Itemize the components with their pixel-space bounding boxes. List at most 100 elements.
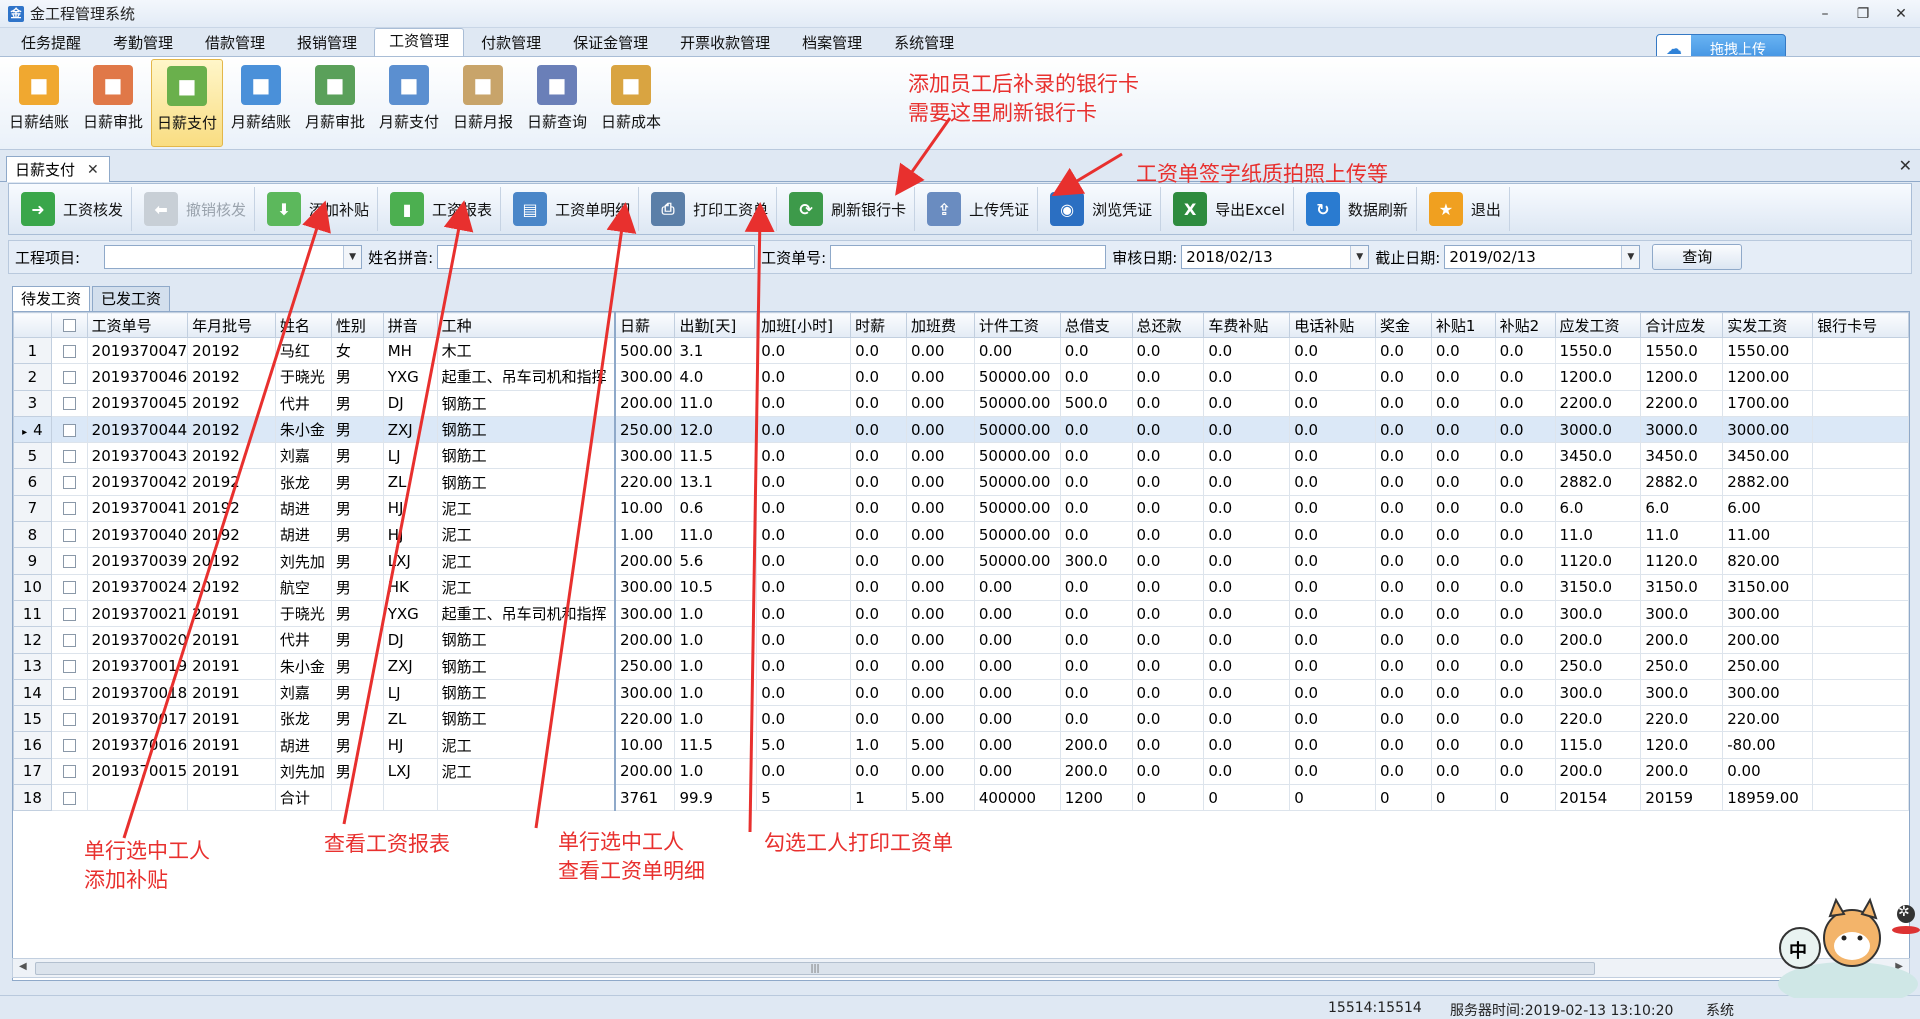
column-header-3[interactable]: 年月批号 [187, 312, 276, 338]
row-checkbox[interactable] [62, 712, 76, 726]
column-header-22[interactable]: 合计应发 [1640, 312, 1724, 338]
chevron-down-icon[interactable]: ▼ [1621, 246, 1640, 268]
column-header-11[interactable]: 时薪 [850, 312, 907, 338]
column-header-20[interactable]: 补贴2 [1494, 312, 1556, 338]
row-checkbox-cell[interactable] [50, 626, 88, 654]
table-row[interactable]: 11 2019370021 20191 于晓光男 YXG 起重工、吊车司机和指挥 300.0… [13, 599, 1909, 628]
row-checkbox[interactable] [62, 581, 76, 595]
row-number[interactable]: 11 [13, 599, 52, 628]
table-row[interactable]: 16 2019370016 20191 胡进男 HJ 泥工 10.00 11.5 5.0 1.0 5… [13, 731, 1909, 759]
assistant-mascot[interactable]: 中 ✲ [1728, 888, 1920, 1006]
row-number[interactable]: 6 [13, 468, 52, 496]
table-row[interactable]: 6 2019370042 20192 张龙男 ZL 钢筋工 220.00 13.1 0.0 0.0… [13, 468, 1909, 496]
column-header-6[interactable]: 拼音 [382, 312, 438, 338]
column-header-0[interactable] [13, 312, 52, 338]
row-checkbox[interactable] [62, 791, 76, 805]
ribbon-button-5[interactable]: ■ 月薪支付 [373, 59, 445, 147]
row-checkbox-cell[interactable] [50, 336, 88, 365]
row-number[interactable]: 5 [13, 442, 52, 470]
row-number[interactable]: 7 [13, 494, 52, 523]
column-header-13[interactable]: 计件工资 [973, 312, 1061, 338]
horizontal-scrollbar[interactable]: ◀ ||| ▶ [12, 958, 1910, 978]
menu-tab-2[interactable]: 借款管理 [190, 30, 280, 56]
column-header-2[interactable]: 工资单号 [86, 312, 189, 338]
restore-button[interactable]: ❐ [1844, 0, 1882, 28]
toolbar-button-7[interactable]: ⇪ 上传凭证 [919, 187, 1039, 231]
column-header-8[interactable]: 日薪 [614, 312, 676, 338]
row-checkbox[interactable] [62, 739, 76, 753]
table-row[interactable]: 12 2019370020 20191 代井男 DJ 钢筋工 200.00 1.0 0.0 0.0… [13, 626, 1909, 654]
row-checkbox-cell[interactable] [50, 363, 88, 391]
table-row[interactable]: 5 2019370043 20192 刘嘉男 LJ 钢筋工 300.00 11.5 0.0 0.0… [13, 442, 1909, 470]
row-number[interactable]: 17 [13, 757, 52, 786]
close-button[interactable]: ✕ [1882, 0, 1920, 28]
select-all-checkbox[interactable] [62, 319, 76, 332]
row-checkbox[interactable] [62, 607, 76, 621]
row-checkbox-cell[interactable] [50, 652, 88, 680]
row-number[interactable]: 10 [13, 573, 52, 601]
column-header-7[interactable]: 工种 [436, 312, 616, 338]
table-row[interactable]: 7 2019370041 20192 胡进男 HJ 泥工 10.00 0.6 0.0 0.0 0.0… [13, 494, 1909, 523]
toolbar-button-0[interactable]: ➜ 工资核发 [13, 187, 133, 231]
toolbar-button-6[interactable]: ⟳ 刷新银行卡 [781, 187, 916, 231]
column-header-5[interactable]: 性别 [330, 312, 384, 338]
table-row[interactable]: 17 2019370015 20191 刘先加男 LXJ 泥工 200.00 1.0 0.0 0.… [13, 757, 1909, 786]
tab-daily-pay[interactable]: 日薪支付 ✕ [6, 156, 110, 182]
query-button[interactable]: 查询 [1652, 244, 1743, 270]
toolbar-button-2[interactable]: ⬇ 添加补贴 [259, 187, 379, 231]
row-checkbox[interactable] [62, 660, 76, 674]
row-number[interactable]: 9 [13, 547, 52, 575]
gear-icon[interactable]: ✲ [1898, 904, 1910, 920]
ribbon-button-1[interactable]: ■ 日薪审批 [77, 59, 149, 147]
subtab-1[interactable]: 已发工资 [92, 286, 171, 312]
column-header-18[interactable]: 奖金 [1375, 312, 1432, 338]
table-row[interactable]: 15 2019370017 20191 张龙男 ZL 钢筋工 220.00 1.0 0.0 0.0… [13, 705, 1909, 733]
toolbar-button-10[interactable]: ↻ 数据刷新 [1298, 187, 1417, 231]
menu-tab-1[interactable]: 考勤管理 [98, 30, 188, 56]
ribbon-button-6[interactable]: ■ 日薪月报 [447, 59, 519, 147]
row-checkbox[interactable] [62, 476, 76, 490]
row-number[interactable]: 12 [13, 626, 52, 654]
ribbon-button-2[interactable]: ■ 日薪支付 [151, 59, 223, 147]
column-header-21[interactable]: 应发工资 [1554, 312, 1642, 338]
menu-tab-3[interactable]: 报销管理 [282, 30, 372, 56]
column-header-19[interactable]: 补贴1 [1430, 312, 1496, 338]
row-checkbox[interactable] [62, 344, 76, 358]
column-header-17[interactable]: 电话补贴 [1289, 312, 1377, 338]
row-checkbox[interactable] [62, 423, 76, 437]
minimize-button[interactable]: – [1806, 0, 1844, 28]
table-row[interactable]: 1 2019370047 20192 马红女 MH 木工 500.00 3.1 0.0 0.0 0.… [13, 336, 1909, 365]
row-number[interactable]: ▸ 4 [13, 415, 52, 444]
table-row[interactable]: ▸ 4 2019370044 20192 朱小金男 ZXJ 钢筋工 250.00 12.0 0.0… [13, 415, 1909, 444]
row-checkbox[interactable] [62, 370, 76, 384]
table-row[interactable]: 2 2019370046 20192 于晓光男 YXG 起重工、吊车司机和指挥 300.00… [13, 363, 1909, 391]
row-number[interactable]: 2 [13, 363, 52, 391]
row-checkbox[interactable] [62, 502, 76, 516]
end-date-picker[interactable]: 2019/02/13 ▼ [1444, 245, 1641, 269]
menu-tab-4[interactable]: 工资管理 [374, 28, 465, 56]
table-row[interactable]: 14 2019370018 20191 刘嘉男 LJ 钢筋工 300.00 1.0 0.0 0.0… [13, 678, 1909, 707]
audit-date-picker[interactable]: 2018/02/13 ▼ [1181, 245, 1370, 269]
ribbon-button-4[interactable]: ■ 月薪审批 [299, 59, 371, 147]
table-row[interactable]: 8 2019370040 20192 胡进男 HJ 泥工 1.00 11.0 0.0 0.0 0.0… [13, 521, 1909, 549]
row-checkbox-cell[interactable] [50, 731, 88, 759]
toolbar-button-11[interactable]: ★ 退出 [1421, 187, 1510, 231]
column-header-12[interactable]: 加班费 [905, 312, 975, 338]
table-row[interactable]: 13 2019370019 20191 朱小金男 ZXJ 钢筋工 250.00 1.0 0.0 0… [13, 652, 1909, 680]
slip-number-input[interactable] [830, 245, 1107, 269]
subtab-0[interactable]: 待发工资 [12, 286, 91, 312]
column-header-15[interactable]: 总还款 [1131, 312, 1205, 338]
row-checkbox-cell[interactable] [50, 442, 88, 470]
ribbon-button-3[interactable]: ■ 月薪结账 [225, 59, 297, 147]
row-checkbox[interactable] [62, 686, 76, 700]
row-checkbox-cell[interactable] [50, 599, 88, 628]
row-number[interactable]: 15 [13, 705, 52, 733]
scrollbar-thumb[interactable]: ||| [35, 962, 1595, 975]
toolbar-button-9[interactable]: X 导出Excel [1165, 187, 1294, 231]
row-number[interactable]: 13 [13, 652, 52, 680]
row-checkbox-cell[interactable] [50, 784, 88, 812]
table-row[interactable]: 10 2019370024 20192 航空男 HK 泥工 300.00 10.5 0.0 0.0… [13, 573, 1909, 601]
column-header-9[interactable]: 出勤[天] [674, 312, 758, 338]
row-number[interactable]: 8 [13, 521, 52, 549]
row-checkbox[interactable] [62, 633, 76, 647]
